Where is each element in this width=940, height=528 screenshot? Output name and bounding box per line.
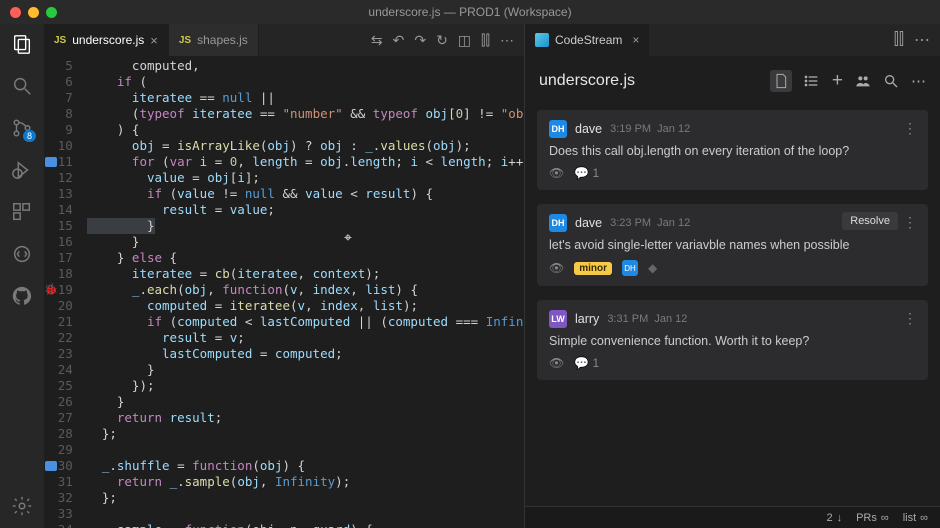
codestream-heading: underscore.js (539, 72, 635, 90)
github-icon[interactable] (10, 284, 34, 308)
scm-badge: 8 (23, 130, 36, 142)
user-avatar: DH (549, 214, 567, 232)
user-name: larry (575, 312, 599, 326)
card-kebab-icon[interactable]: ⋮ (903, 310, 918, 327)
add-icon[interactable]: + (832, 70, 843, 92)
status-count[interactable]: 2 ↓ (826, 512, 842, 524)
tab-label: underscore.js (72, 33, 144, 47)
tab-close-icon[interactable]: × (632, 33, 639, 47)
scm-icon[interactable]: 8 (10, 116, 34, 140)
comment-glyph-icon[interactable] (45, 461, 57, 471)
tab-underscore[interactable]: JS underscore.js × (44, 24, 169, 56)
kebab-icon[interactable]: ⋯ (911, 70, 926, 92)
editor-pane: JS underscore.js × JS shapes.js ⇆ ↶ ↷ ↻ … (44, 24, 524, 528)
codestream-panel: CodeStream × ⫿⫿ ⋯ underscore.js + ⋯ ⋮ DH (524, 24, 940, 528)
tab-shapes[interactable]: JS shapes.js (169, 24, 259, 56)
preview-icon[interactable]: ◫ (458, 32, 471, 49)
nav-fwd-icon[interactable]: ↷ (414, 32, 426, 49)
comment-text: Does this call obj.length on every itera… (549, 144, 916, 158)
js-file-icon: JS (54, 35, 66, 46)
activity-bar: 8 (0, 24, 44, 528)
bug-glyph-icon[interactable]: 🐞 (44, 282, 58, 298)
tab-label: shapes.js (197, 33, 248, 47)
codestream-logo-icon (535, 33, 549, 47)
mouse-cursor-icon: ⌖ (344, 230, 352, 246)
js-file-icon: JS (179, 35, 191, 46)
user-avatar: LW (549, 310, 567, 328)
settings-icon[interactable] (10, 494, 34, 518)
tab-bar: JS underscore.js × JS shapes.js ⇆ ↶ ↷ ↻ … (44, 24, 524, 56)
codestream-statusbar: 2 ↓ PRs ∞ list ∞ (525, 506, 940, 528)
card-kebab-icon[interactable]: ⋮ (903, 120, 918, 137)
tag-badge: minor (574, 262, 612, 275)
window-title: underscore.js — PROD1 (Workspace) (0, 5, 940, 19)
timestamp: 3:23 PM Jan 12 (610, 217, 690, 229)
comment-card[interactable]: ⋮ LW larry 3:31 PM Jan 12 Simple conveni… (537, 300, 928, 380)
debug-icon[interactable] (10, 158, 34, 182)
editor-actions: ⇆ ↶ ↷ ↻ ◫ ⫿⫿ ⋯ (371, 24, 524, 56)
user-avatar: DH (549, 120, 567, 138)
search-icon[interactable] (883, 70, 899, 92)
watch-icon[interactable]: 👁 (549, 261, 564, 275)
file-icon[interactable] (770, 70, 792, 92)
more-icon[interactable]: ⋯ (914, 30, 930, 50)
compare-icon[interactable]: ⇆ (371, 32, 383, 49)
comment-text: Simple convenience function. Worth it to… (549, 334, 916, 348)
explorer-icon[interactable] (10, 32, 34, 56)
card-kebab-icon[interactable]: ⋮ (903, 214, 918, 231)
status-list[interactable]: list ∞ (903, 512, 928, 524)
codestream-tab[interactable]: CodeStream × (525, 24, 649, 56)
codestream-tab-label: CodeStream (555, 33, 622, 47)
user-name: dave (575, 122, 602, 136)
status-prs[interactable]: PRs ∞ (856, 512, 889, 524)
reply-count[interactable]: 💬 1 (574, 356, 599, 370)
timestamp: 3:31 PM Jan 12 (607, 313, 687, 325)
code-editor[interactable]: 🐞 56789101112131415161718192021222324252… (44, 56, 524, 528)
window-titlebar: underscore.js — PROD1 (Workspace) (0, 0, 940, 24)
watch-icon[interactable]: 👁 (549, 166, 564, 180)
split-icon[interactable]: ⫿⫿ (894, 31, 904, 49)
watch-icon[interactable]: 👁 (549, 356, 564, 370)
comment-glyph-icon[interactable] (45, 157, 57, 167)
comment-card[interactable]: ⋮ DH dave 3:19 PM Jan 12 Does this call … (537, 110, 928, 190)
more-icon[interactable]: ⋯ (500, 32, 514, 49)
reply-count[interactable]: 💬 1 (574, 166, 599, 180)
assignee-avatar: DH (622, 260, 638, 276)
extensions-icon[interactable] (10, 200, 34, 224)
split-icon[interactable]: ⫿⫿ (481, 32, 490, 49)
team-icon[interactable] (855, 70, 871, 92)
search-icon[interactable] (10, 74, 34, 98)
codestream-icon[interactable] (10, 242, 34, 266)
nav-back-icon[interactable]: ↶ (393, 32, 405, 49)
user-name: dave (575, 216, 602, 230)
diamond-icon: ◆ (648, 261, 657, 275)
timestamp: 3:19 PM Jan 12 (610, 123, 690, 135)
comment-text: let's avoid single-letter variavble name… (549, 238, 916, 252)
sync-icon[interactable]: ↻ (436, 32, 448, 49)
resolve-button[interactable]: Resolve (842, 212, 898, 230)
tab-close-icon[interactable]: × (150, 33, 158, 48)
comment-card[interactable]: Resolve ⋮ DH dave 3:23 PM Jan 12 let's a… (537, 204, 928, 286)
list-icon[interactable] (804, 70, 820, 92)
